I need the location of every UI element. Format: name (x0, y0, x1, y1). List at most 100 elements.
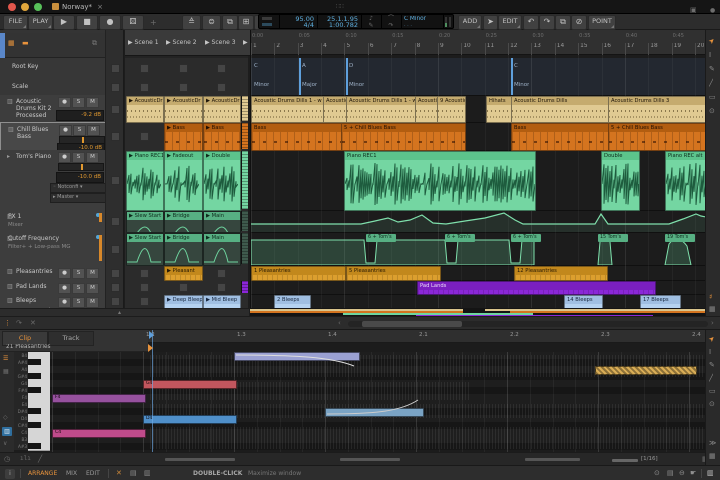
fold-icon[interactable]: ◇ (3, 414, 8, 421)
scale-value[interactable]: Minor (254, 82, 269, 88)
track-header-drums[interactable]: ▥Acoustic Drums Kit 2 Processed●SM-9.2 d… (0, 95, 105, 123)
lock-icon[interactable]: ⊖ (679, 466, 685, 480)
volume-db-value[interactable]: -10.0 dB (56, 172, 104, 183)
launcher-clip[interactable]: ▶ Bass (164, 123, 203, 151)
record-arm-button[interactable]: ● (58, 268, 71, 279)
a-time-select-tool-icon[interactable]: Ι (709, 50, 711, 60)
arranger-clip[interactable]: Pad Lands (417, 281, 656, 295)
arranger-clip[interactable]: Hihats (486, 96, 513, 123)
editor-hscroll-segment[interactable] (165, 458, 235, 461)
play-button[interactable]: ▶ (53, 15, 75, 30)
add-track-button[interactable]: ADD (458, 15, 482, 30)
close-detail-icon[interactable]: ✕ (116, 466, 122, 480)
scene-header-1[interactable]: ▶ Scene 1 (125, 30, 167, 56)
launcher-clip[interactable]: ▶ Main (203, 211, 241, 233)
stop-all-clips-button[interactable] (111, 105, 120, 114)
launcher-clip[interactable]: ▶ AcousticDr (126, 96, 164, 123)
velocity-icon[interactable]: ∨ (3, 440, 7, 447)
close-panel-icon[interactable]: ✕ (30, 319, 36, 327)
scale-value[interactable]: Minor (514, 82, 529, 88)
piano-roll-grid[interactable]: G4F4D4C4 (50, 352, 705, 452)
arranger-clip[interactable]: 2 Bleeps (274, 295, 311, 309)
launcher-clip[interactable]: ▶ Fadeout (164, 151, 203, 211)
note-lanes-icon[interactable]: ☰ (3, 355, 8, 362)
clip-stop-button[interactable] (179, 83, 188, 92)
mute-button[interactable]: M (86, 268, 99, 279)
e-knife-tool-icon[interactable]: ╱ (709, 373, 713, 383)
arranger-clip[interactable]: 17 Bleeps (640, 295, 681, 309)
stop-all-clips-button[interactable] (111, 217, 120, 226)
automation-write-icon[interactable]: ≙ (182, 15, 201, 30)
track-header-fx1[interactable]: ▥FX 1Mixer (0, 210, 105, 233)
launcher-clip[interactable]: ▶ Mid Bleep (203, 295, 241, 309)
mute-button[interactable]: M (86, 283, 99, 294)
track-header-cutoff[interactable]: ▥Cutoff FrequencyFilter+ + Low-pass MG (0, 232, 105, 266)
layout-arrange-icon[interactable]: ⧉ (222, 15, 238, 30)
redo-icon[interactable]: ↷ (539, 15, 555, 30)
device-grid-icon[interactable]: ∷∷ (336, 3, 344, 10)
layout-mix-icon[interactable]: ⊞ (238, 15, 254, 30)
cycle-icon[interactable]: ◷ (4, 455, 10, 463)
stop-all-clips-button[interactable] (111, 269, 120, 278)
track-header-pleasantries[interactable]: ▥Pleasantries●SM (0, 265, 105, 281)
note-fx-select[interactable]: ◦ Notconfi ▾ (50, 183, 108, 193)
scene4-clip-sliver[interactable] (241, 96, 248, 121)
solo-button[interactable]: S (72, 97, 85, 108)
arranger-clip[interactable]: Acoustic Drums Dills (511, 96, 610, 123)
arranger-clip[interactable]: Piano REC1 (344, 151, 536, 211)
mode-arrange[interactable]: ARRANGE (28, 466, 57, 480)
audio-edit-icon[interactable]: ♯ (709, 292, 712, 302)
mute-button[interactable]: M (87, 125, 100, 136)
arranger-clip[interactable]: 14 Bleeps (564, 295, 603, 309)
launcher-clip[interactable]: ▶ Slew Start (126, 211, 164, 233)
arranger-hscroll-thumb[interactable] (362, 321, 462, 327)
mode-edit-label[interactable]: EDIT (86, 466, 100, 480)
scene4-clip-sliver[interactable] (241, 211, 248, 231)
scene-header-2[interactable]: ▶ Scene 2 (163, 30, 206, 56)
solo-button[interactable]: S (72, 283, 85, 294)
arranger-row-rootkey[interactable] (251, 58, 705, 79)
a-zoom-tool-icon[interactable]: ⊙ (709, 106, 715, 116)
device-panel-icon[interactable]: ▤ (130, 466, 137, 480)
e-pencil-tool-icon[interactable]: ✎ (709, 360, 715, 370)
track-header-bass[interactable]: ▥Chill Blues Bass●SM-10.0 dB (0, 122, 107, 152)
display-profile-icon[interactable]: ▣ (690, 6, 697, 14)
launcher-clip[interactable]: ▶ Deep Bleep (164, 295, 203, 309)
arranger-hscrollbar[interactable] (348, 321, 708, 327)
minimize-window-light[interactable] (21, 3, 29, 11)
clip-stop-button[interactable] (140, 297, 149, 306)
e-eraser-tool-icon[interactable]: ▭ (709, 386, 716, 396)
track-header-scale[interactable]: Scale (0, 78, 105, 96)
volume-fader[interactable] (58, 163, 104, 171)
arranger-clip[interactable]: 5 + Chill Blues Bass (608, 123, 705, 151)
stop-button[interactable]: ■ (76, 15, 98, 30)
track-header-bleeps[interactable]: ▥Bleeps●SM (0, 294, 105, 309)
clip-stop-button[interactable] (179, 64, 188, 73)
clip-launcher-icon[interactable]: ▦ (8, 39, 15, 47)
transport-toggles[interactable] (259, 15, 280, 28)
arranger-row-bleeps[interactable] (251, 294, 705, 309)
stop-all-clips-button[interactable] (111, 83, 120, 92)
launcher-clip[interactable]: ▶ Main (203, 233, 241, 266)
mute-button[interactable]: M (86, 297, 99, 308)
duplicate-icon[interactable]: ⧉ (555, 15, 571, 30)
pointer-tool-icon[interactable]: ➤ (483, 15, 498, 30)
a-knife-tool-icon[interactable]: ╱ (709, 78, 713, 88)
track-header-rootkey[interactable]: Root Key (0, 58, 105, 79)
midi-note[interactable] (595, 366, 697, 375)
launcher-clip[interactable]: ▶ AcousticDr (203, 96, 241, 123)
arranger-ruler[interactable]: 0:000:050:100:150:200:250:300:350:400:45… (251, 30, 705, 55)
track-header-piano[interactable]: ▸Tom's Piano●SM-10.0 dB◦ Notconfi ▾▸ Mas… (0, 150, 105, 211)
mode-mix[interactable]: MIX (66, 466, 77, 480)
clip-stop-button[interactable] (217, 269, 226, 278)
automation-clip-label[interactable]: 15 Tom's (598, 234, 628, 242)
launcher-clip[interactable]: ▶ Bridge (164, 211, 203, 233)
arranger-clip[interactable]: Piano REC alt (665, 151, 705, 211)
record-arm-button[interactable]: ● (59, 125, 72, 136)
a-eraser-tool-icon[interactable]: ▭ (709, 92, 716, 102)
automation-clip-label[interactable]: 6 + Tom's (511, 234, 541, 242)
mixer-panel-icon[interactable]: ▥ (144, 466, 151, 480)
tab-close-icon[interactable]: × (97, 3, 103, 11)
clip-stop-button[interactable] (217, 83, 226, 92)
time-signature[interactable]: 4/4 (281, 22, 314, 29)
